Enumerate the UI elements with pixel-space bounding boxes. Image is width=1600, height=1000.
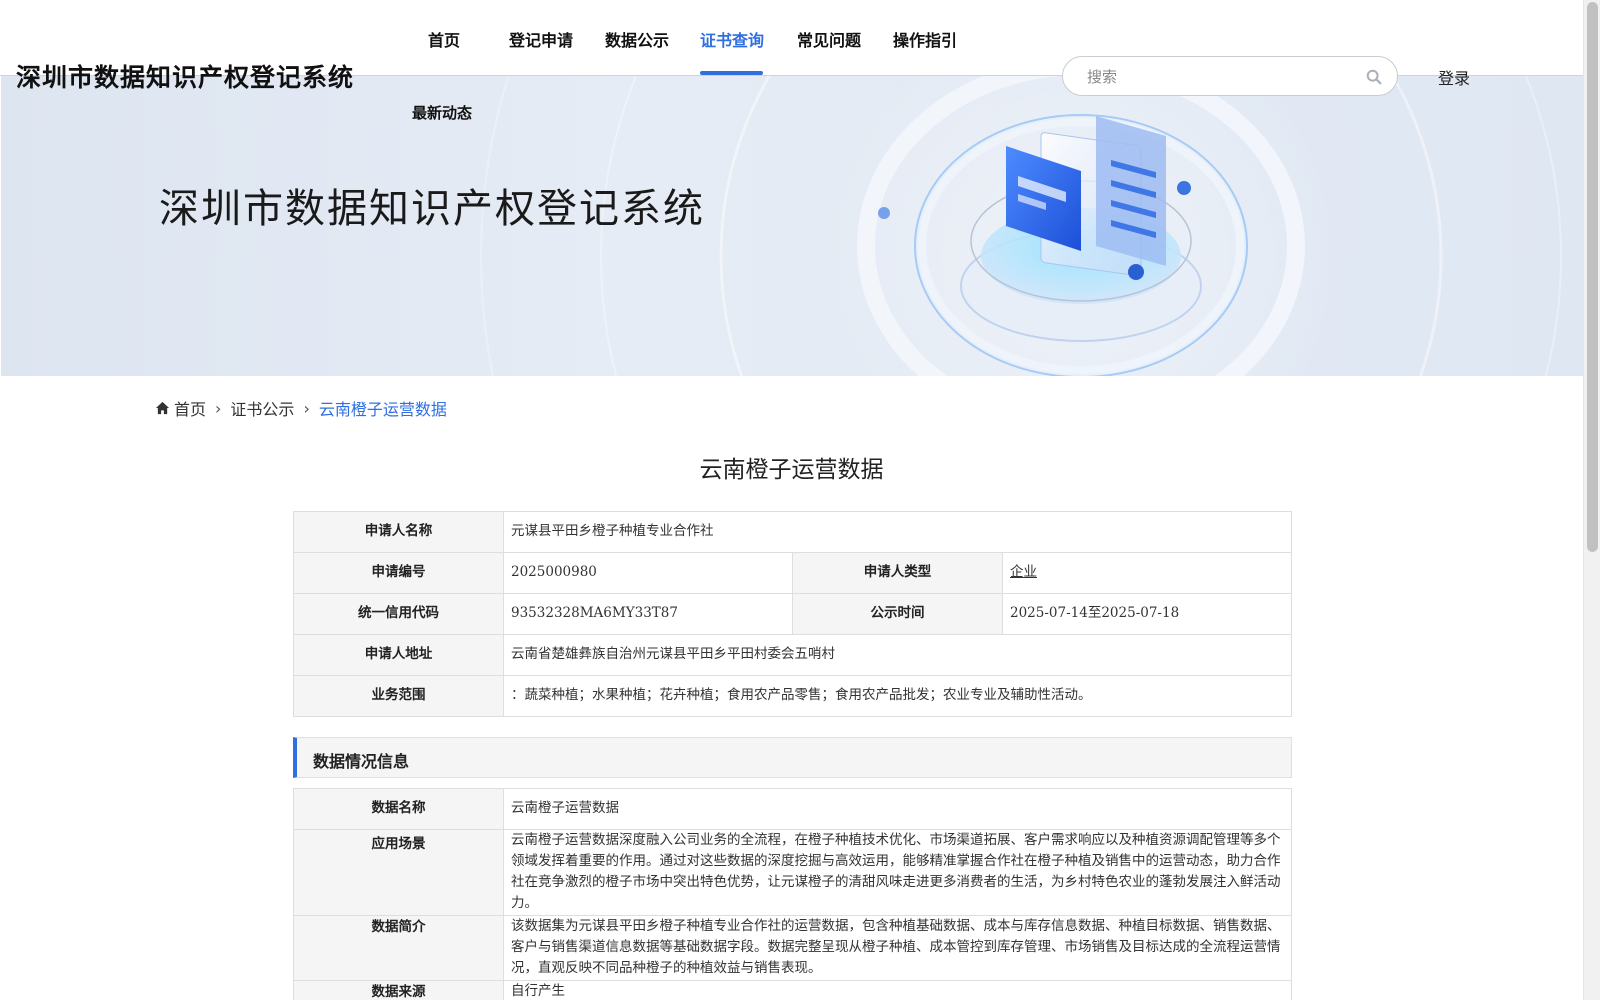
nav-item-news[interactable]: 最新动态 bbox=[412, 102, 472, 123]
applicant-type-text: 企业 bbox=[1010, 564, 1037, 580]
credit-code-value: 93532328MA6MY33T87 bbox=[503, 593, 793, 635]
application-number-value: 2025000980 bbox=[503, 552, 793, 594]
banner-title: 深圳市数据知识产权登记系统 bbox=[159, 186, 705, 232]
page-title: 云南橙子运营数据 bbox=[699, 457, 884, 483]
data-name-label: 数据名称 bbox=[293, 788, 504, 830]
home-icon bbox=[155, 401, 170, 415]
nav-item-home[interactable]: 首页 bbox=[428, 27, 460, 51]
nav-item-register-apply[interactable]: 登记申请 bbox=[509, 27, 573, 51]
nav-item-guide[interactable]: 操作指引 bbox=[893, 27, 957, 51]
publish-time-label: 公示时间 bbox=[792, 593, 1003, 635]
data-intro-value: 该数据集为元谋县平田乡橙子种植专业合作社的运营数据，包含种植基础数据、成本与库存… bbox=[503, 915, 1292, 981]
table-row: 申请人名称 元谋县平田乡橙子种植专业合作社 bbox=[293, 511, 1292, 553]
applicant-address-label: 申请人地址 bbox=[293, 634, 504, 676]
credit-code-label: 统一信用代码 bbox=[293, 593, 504, 635]
applicant-name-label: 申请人名称 bbox=[293, 511, 504, 553]
search-icon[interactable] bbox=[1365, 68, 1383, 86]
table-row: 数据来源 自行产生 bbox=[293, 980, 1292, 1000]
application-scene-value: 云南橙子运营数据深度融入公司业务的全流程，在橙子种植技术优化、市场渠道拓展、客户… bbox=[503, 829, 1292, 916]
data-name-value: 云南橙子运营数据 bbox=[503, 788, 1292, 830]
data-source-value: 自行产生 bbox=[503, 980, 1292, 1000]
search-box bbox=[1062, 56, 1398, 96]
table-row: 数据简介 该数据集为元谋县平田乡橙子种植专业合作社的运营数据，包含种植基础数据、… bbox=[293, 915, 1292, 981]
nav-active-indicator bbox=[700, 71, 763, 75]
applicant-name-value: 元谋县平田乡橙子种植专业合作社 bbox=[503, 511, 1292, 553]
data-info-table: 数据名称 云南橙子运营数据 应用场景 云南橙子运营数据深度融入公司业务的全流程，… bbox=[293, 788, 1292, 1000]
applicant-address-value: 云南省楚雄彝族自治州元谋县平田乡平田村委会五哨村 bbox=[503, 634, 1292, 676]
vertical-scrollbar[interactable] bbox=[1583, 0, 1600, 1000]
applicant-type-value: 企业 bbox=[1002, 552, 1292, 594]
breadcrumb: 首页 › 证书公示 › 云南橙子运营数据 bbox=[155, 396, 447, 420]
breadcrumb-current: 云南橙子运营数据 bbox=[318, 400, 447, 419]
nav-item-faq[interactable]: 常见问题 bbox=[797, 27, 861, 51]
application-scene-label: 应用场景 bbox=[293, 829, 504, 916]
publish-time-value: 2025-07-14至2025-07-18 bbox=[1002, 593, 1292, 635]
table-row: 申请编号 2025000980 申请人类型 企业 bbox=[293, 552, 1292, 594]
table-row: 数据名称 云南橙子运营数据 bbox=[293, 788, 1292, 830]
applicant-info-table: 申请人名称 元谋县平田乡橙子种植专业合作社 申请编号 2025000980 申请… bbox=[293, 511, 1292, 717]
breadcrumb-certificate-publicity[interactable]: 证书公示 bbox=[230, 396, 294, 420]
scrollbar-thumb[interactable] bbox=[1587, 2, 1598, 552]
table-row: 业务范围 ：蔬菜种植；水果种植；花卉种植；食用农产品零售；食用农产品批发；农业专… bbox=[293, 675, 1292, 717]
table-row: 统一信用代码 93532328MA6MY33T87 公示时间 2025-07-1… bbox=[293, 593, 1292, 635]
nav-item-data-publicity[interactable]: 数据公示 bbox=[605, 27, 669, 51]
business-scope-value: ：蔬菜种植；水果种植；花卉种植；食用农产品零售；食用农产品批发；农业专业及辅助性… bbox=[503, 675, 1292, 717]
data-intro-label: 数据简介 bbox=[293, 915, 504, 981]
data-source-label: 数据来源 bbox=[293, 980, 504, 1000]
application-number-label: 申请编号 bbox=[293, 552, 504, 594]
applicant-type-label: 申请人类型 bbox=[792, 552, 1003, 594]
data-info-section-header: 数据情况信息 bbox=[293, 737, 1292, 778]
business-scope-label: 业务范围 bbox=[293, 675, 504, 717]
table-row: 申请人地址 云南省楚雄彝族自治州元谋县平田乡平田村委会五哨村 bbox=[293, 634, 1292, 676]
chevron-right-icon: › bbox=[303, 398, 310, 418]
chevron-right-icon: › bbox=[215, 398, 222, 418]
search-input[interactable] bbox=[1087, 66, 1347, 88]
breadcrumb-home[interactable]: 首页 bbox=[174, 396, 206, 420]
nav-item-certificate-query[interactable]: 证书查询 bbox=[700, 27, 764, 51]
login-link[interactable]: 登录 bbox=[1438, 65, 1470, 89]
table-row: 应用场景 云南橙子运营数据深度融入公司业务的全流程，在橙子种植技术优化、市场渠道… bbox=[293, 829, 1292, 916]
